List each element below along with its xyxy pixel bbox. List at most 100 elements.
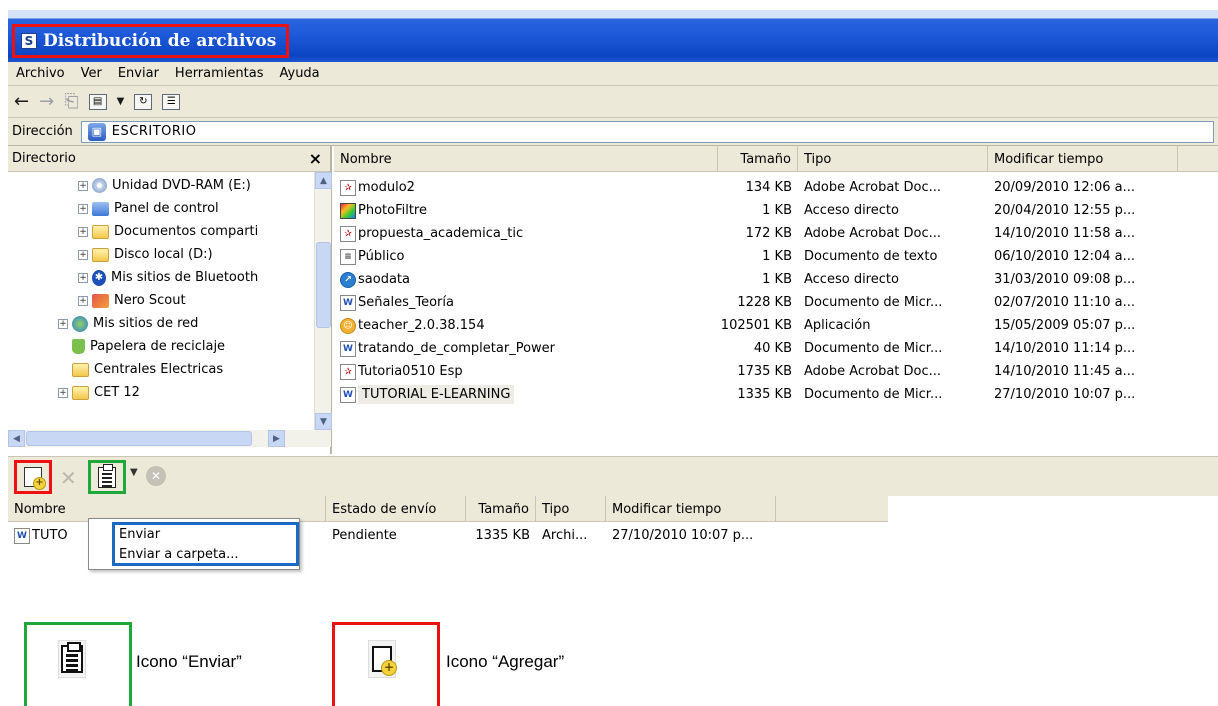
dropdown-icon[interactable]: ▼ [117,96,125,107]
expand-icon[interactable]: + [58,318,68,329]
cancel-icon[interactable]: ✕ [146,466,166,486]
table-row[interactable]: ✰ Tutoria0510 Esp 1735 KB Adobe Acrobat D… [334,360,1214,383]
title-bar[interactable]: S Distribución de archivos [8,10,1218,62]
file-name: modulo2 [358,180,415,195]
file-name-cell: Wtratando_de_completar_Power [340,337,555,360]
text-document-icon: ≡ [340,248,356,265]
file-name: tratando_de_completar_Power [358,341,556,356]
address-field[interactable]: ▣ ESCRITORIO [80,120,1214,143]
column-type[interactable]: Tipo [798,146,988,172]
table-row[interactable]: ≡ Público 1 KB Documento de texto 06/10/2… [334,245,1214,268]
tree-item-recycle[interactable]: Papelera de reciclaje [72,335,225,358]
expand-icon[interactable]: + [78,226,88,237]
file-type: Documento de Micr... [804,341,943,356]
vertical-scrollbar[interactable]: ▲ ▼ [314,172,332,430]
back-arrow-icon[interactable]: ← [14,92,29,111]
column-size[interactable]: Tamaño [466,496,536,522]
word-document-icon: W [340,294,356,311]
add-button[interactable] [14,460,52,494]
table-row[interactable]: Wtratando_de_completar_Power 40 KB Docum… [334,337,1214,360]
tree-item-centrales[interactable]: Centrales Electricas [72,358,223,381]
expand-icon[interactable]: + [78,272,88,283]
bluetooth-icon: ✱ [92,269,106,286]
table-row[interactable]: ↗ saodata 1 KB Acceso directo 31/03/2010 … [334,268,1214,291]
close-icon[interactable]: × [309,149,322,168]
menu-item-enviar-carpeta[interactable]: Enviar a carpeta... [119,544,238,564]
table-row[interactable]: W Señales_Teoría 1228 KB Documento de Mic… [334,291,1214,314]
table-row[interactable]: ☺ teacher_2.0.38.154 102501 KB Aplicación… [334,314,1214,337]
menu-item-enviar[interactable]: Enviar [119,524,160,544]
file-size: 40 KB [753,341,792,356]
table-row[interactable]: ✰ modulo2 134 KB Adobe Acrobat Doc... 20/… [334,176,1214,199]
scroll-up-icon[interactable]: ▲ [315,172,332,189]
tree-item-shared-docs[interactable]: + Documentos comparti [78,220,258,243]
control-panel-icon [92,201,109,216]
tree-item-label: Mis sitios de red [93,316,199,331]
scroll-thumb[interactable] [26,431,252,446]
word-document-icon: W [340,340,356,357]
tree-item-label: Panel de control [114,201,219,216]
forward-arrow-icon[interactable]: → [39,92,54,111]
file-name: PhotoFiltre [358,203,427,218]
column-modified[interactable]: Modificar tiempo [988,146,1178,172]
table-row[interactable]: ✰ propuesta_academica_tic 172 KB Adobe Ac… [334,222,1214,245]
properties-icon[interactable]: ☰ [162,93,181,110]
word-document-icon: W [14,527,30,544]
expand-icon[interactable]: + [78,203,88,214]
expand-icon[interactable]: + [58,387,68,398]
menu-herramientas[interactable]: Herramientas [167,66,272,81]
expand-icon[interactable]: + [78,249,88,260]
view-icon[interactable]: ▤ [88,93,107,110]
file-modified: 14/10/2010 11:14 p... [994,341,1136,356]
file-size: 172 KB [745,226,792,241]
file-size: 1 KB [762,249,792,264]
file-size: 1228 KB [737,295,792,310]
send-context-menu: Enviar Enviar a carpeta... [88,518,300,570]
file-list-header: Nombre Tamaño Tipo Modificar tiempo [334,146,1218,172]
file-name: Público [358,249,405,264]
queue-name-cell: W TUTO [14,524,68,547]
file-size: 1735 KB [737,364,792,379]
file-name: Tutoria0510 Esp [358,364,463,379]
file-type: Acceso directo [804,203,899,218]
horizontal-scrollbar[interactable]: ◀ ▶ [8,430,331,447]
tree-item-local-disk[interactable]: + Disco local (D:) [78,243,213,266]
scroll-thumb[interactable] [316,242,331,328]
menu-ver[interactable]: Ver [73,66,110,81]
tree-item-nero[interactable]: + Nero Scout [78,289,186,312]
dvd-drive-icon [92,178,107,193]
tree-item-bluetooth[interactable]: + ✱ Mis sitios de Bluetooth [78,266,258,289]
table-row[interactable]: PhotoFiltre 1 KB Acceso directo 20/04/20… [334,199,1214,222]
menu-enviar[interactable]: Enviar [110,66,167,81]
column-name[interactable]: Nombre [334,146,718,172]
table-row-selected[interactable]: W TUTORIAL E-LEARNING 1335 KB Documento d… [334,383,1214,406]
file-size: 1 KB [762,203,792,218]
scroll-right-icon[interactable]: ▶ [268,430,285,447]
file-type: Acceso directo [804,272,899,287]
column-type[interactable]: Tipo [536,496,606,522]
tree-item-label: Unidad DVD-RAM (E:) [112,178,251,193]
column-status[interactable]: Estado de envío [326,496,466,522]
delete-icon[interactable]: ✕ [60,466,77,490]
column-modified[interactable]: Modificar tiempo [606,496,776,522]
scroll-left-icon[interactable]: ◀ [8,430,25,447]
file-name-cell: PhotoFiltre [340,199,427,222]
column-size[interactable]: Tamaño [718,146,798,172]
tree-item-dvd[interactable]: + Unidad DVD-RAM (E:) [78,174,251,197]
menu-ayuda[interactable]: Ayuda [271,66,327,81]
file-name: teacher_2.0.38.154 [358,318,485,333]
refresh-icon[interactable]: ↻ [134,93,153,110]
file-name-cell: ↗ saodata [340,268,410,291]
menu-archivo[interactable]: Archivo [8,66,73,81]
send-button[interactable] [88,460,126,494]
pdf-icon: ✰ [340,179,356,196]
expand-icon[interactable]: + [78,295,88,306]
up-folder-icon[interactable]: ⎗ [64,92,78,111]
tree-item-cet12[interactable]: + CET 12 [58,381,140,404]
tree-item-network[interactable]: + Mis sitios de red [58,312,198,335]
send-dropdown-icon[interactable]: ▼ [130,467,138,478]
scroll-down-icon[interactable]: ▼ [315,413,332,430]
tree-item-control-panel[interactable]: + Panel de control [78,197,219,220]
address-bar: Dirección ▣ ESCRITORIO [8,118,1218,146]
expand-icon[interactable]: + [78,180,88,191]
